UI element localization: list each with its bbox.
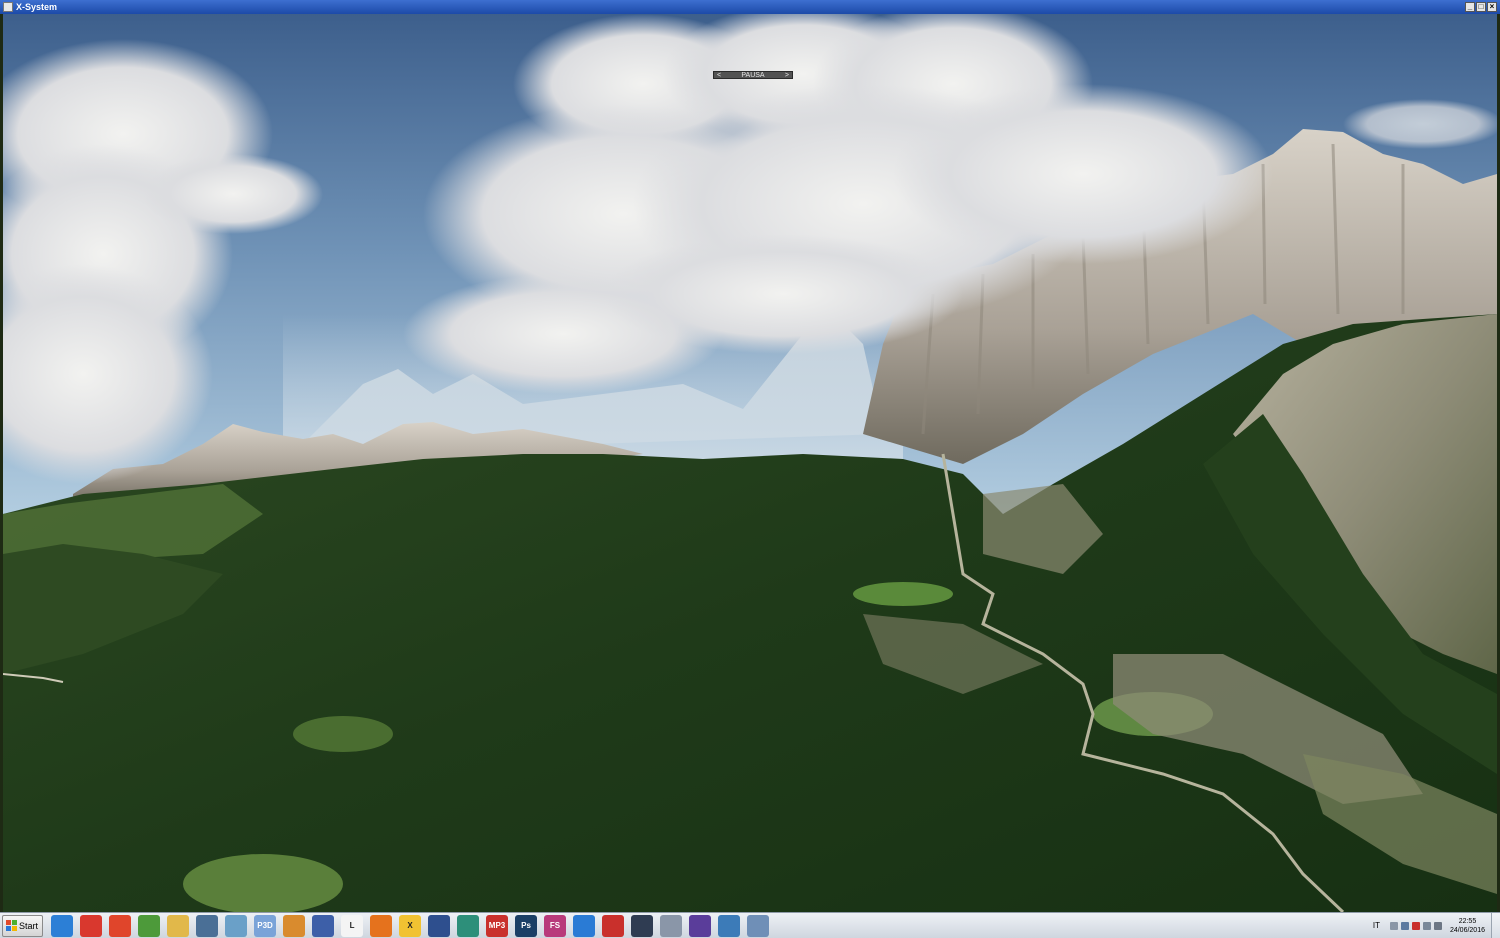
xplane-dvd-icon[interactable] <box>428 914 451 937</box>
photoshop-icon[interactable]: Ps <box>515 914 538 937</box>
taskbar-pinned-apps: P3D L X MP3 Ps FS <box>51 914 776 937</box>
minimize-button[interactable]: _ <box>1465 2 1475 12</box>
clock-date: 24/06/2016 <box>1449 926 1485 934</box>
start-label: Start <box>19 920 39 931</box>
internet-explorer-icon[interactable] <box>51 914 74 937</box>
document-icon[interactable]: L <box>341 914 364 937</box>
window-title: X-System <box>16 2 58 12</box>
tray-volume-icon[interactable] <box>1433 921 1442 930</box>
tray-antivirus-icon[interactable] <box>1411 921 1420 930</box>
node-graph-icon[interactable] <box>660 914 683 937</box>
firefox-icon[interactable] <box>370 914 393 937</box>
mp3-icon[interactable]: MP3 <box>486 914 509 937</box>
fs-icon[interactable]: FS <box>544 914 567 937</box>
system-tray: IT 22:55 24/06/2016 <box>1373 913 1500 938</box>
earth-dark-icon[interactable] <box>631 914 654 937</box>
green-figure-icon[interactable] <box>138 914 161 937</box>
start-button[interactable]: Start <box>2 914 44 937</box>
clock-time: 22:55 <box>1458 917 1477 925</box>
simulator-viewport[interactable]: < PAUSA > <box>3 14 1497 912</box>
language-indicator[interactable]: IT <box>1373 921 1380 930</box>
pause-right-arrow: > <box>784 72 789 79</box>
clock[interactable]: 22:55 24/06/2016 <box>1450 917 1485 935</box>
p3d-icon[interactable]: P3D <box>254 914 277 937</box>
chrome-icon[interactable] <box>80 914 103 937</box>
window-title-bar: X-System _ □ × <box>0 0 1500 14</box>
image-viewer-icon[interactable] <box>718 914 741 937</box>
maximize-button[interactable]: □ <box>1476 2 1486 12</box>
red-feather-icon[interactable] <box>602 914 625 937</box>
tray-arrow-icon[interactable] <box>1389 921 1398 930</box>
app-icon <box>3 2 13 12</box>
show-desktop-button[interactable] <box>1491 913 1500 938</box>
airplane-blue-icon[interactable] <box>573 914 596 937</box>
tray-flag-icon[interactable] <box>1400 921 1409 930</box>
windows-logo-icon <box>6 920 17 931</box>
scenery-render <box>3 14 1497 912</box>
close-button[interactable]: × <box>1487 2 1497 12</box>
helicopter-icon[interactable] <box>457 914 480 937</box>
pause-indicator: < PAUSA > <box>713 71 793 79</box>
spiral-icon[interactable] <box>689 914 712 937</box>
cube-icon[interactable] <box>225 914 248 937</box>
xplane-icon[interactable]: X <box>399 914 422 937</box>
pause-left-arrow: < <box>717 72 722 79</box>
xsystem-active-icon[interactable] <box>747 914 770 937</box>
taskbar: Start P3D L X MP3 Ps FS IT 22:55 24/06/2016 <box>0 912 1500 938</box>
pause-label: PAUSA <box>741 72 765 79</box>
tray-network-icon[interactable] <box>1422 921 1431 930</box>
airplane-orange-icon[interactable] <box>283 914 306 937</box>
globe-network-icon[interactable] <box>196 914 219 937</box>
red-swirl-icon[interactable] <box>109 914 132 937</box>
folder-icon[interactable] <box>167 914 190 937</box>
monitor-icon[interactable] <box>312 914 335 937</box>
